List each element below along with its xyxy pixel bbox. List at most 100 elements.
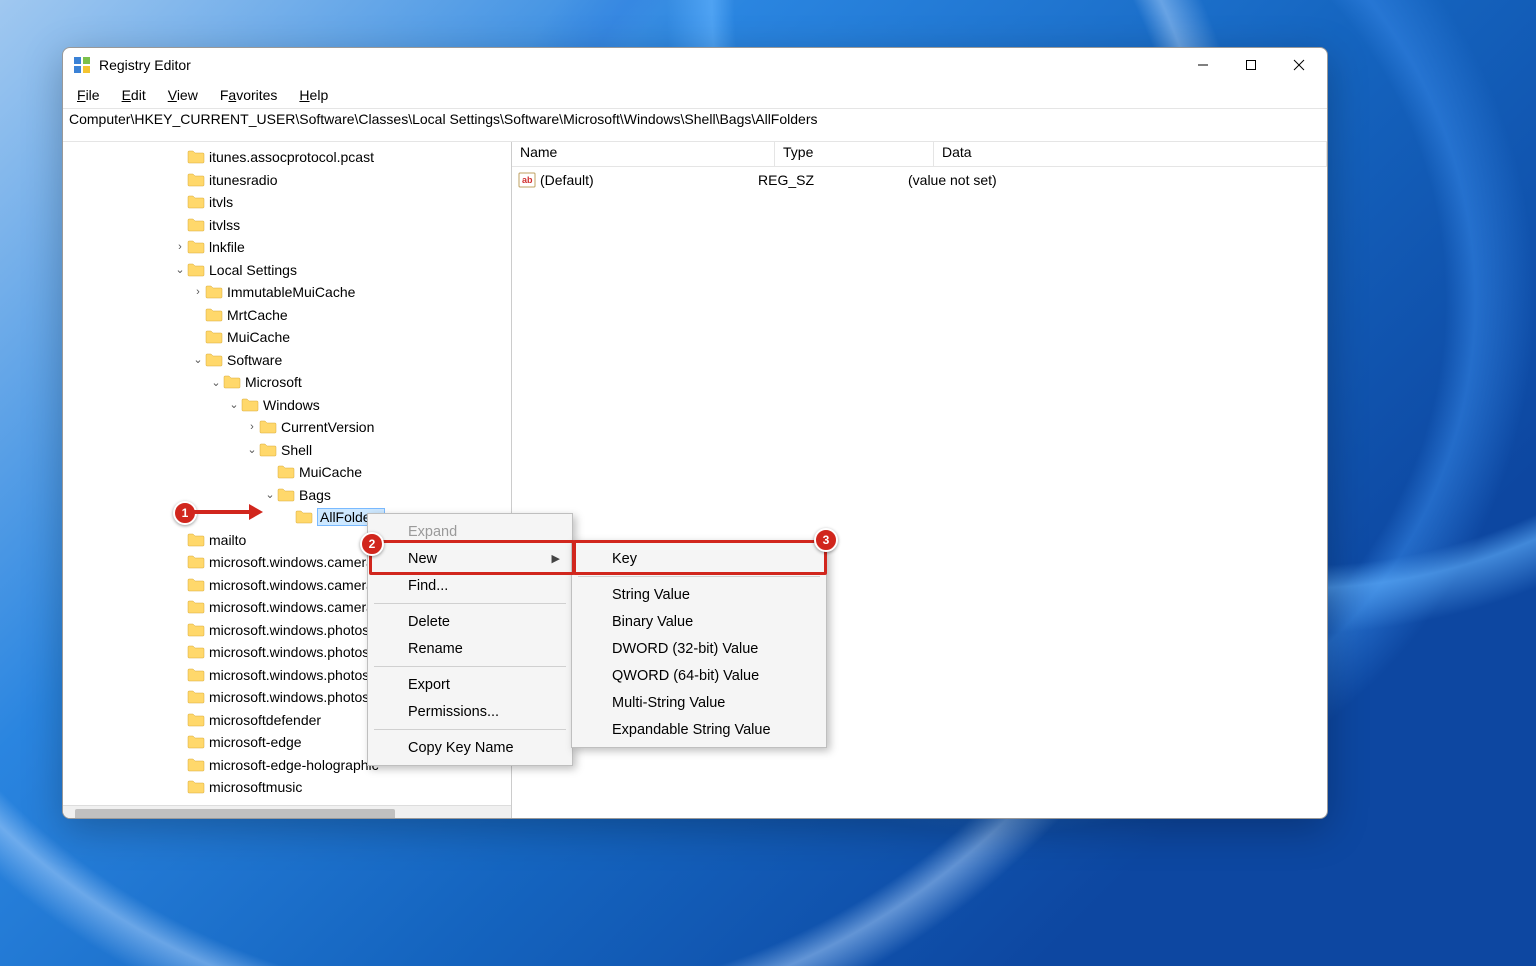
tree-item-itvlss[interactable]: itvlss [63, 214, 511, 237]
chevron-down-icon[interactable]: ⌄ [173, 263, 187, 276]
submenu-multi-string[interactable]: Multi-String Value [574, 689, 824, 716]
maximize-button[interactable] [1227, 48, 1275, 82]
submenu-qword[interactable]: QWORD (64-bit) Value [574, 662, 824, 689]
menu-view[interactable]: View [164, 85, 202, 105]
folder-icon [187, 218, 205, 232]
horizontal-scrollbar[interactable] [63, 805, 511, 819]
tree-item-muicache[interactable]: MuiCache [63, 461, 511, 484]
title-bar[interactable]: Registry Editor [63, 48, 1327, 82]
tree-item-itunesradio[interactable]: itunesradio [63, 169, 511, 192]
submenu-binary[interactable]: Binary Value [574, 608, 824, 635]
value-name: (Default) [540, 172, 758, 188]
tree-item-label: Microsoft [245, 374, 302, 390]
chevron-down-icon[interactable]: ⌄ [209, 376, 223, 389]
tree-item-windows[interactable]: ⌄Windows [63, 394, 511, 417]
tree-item-mrtcache[interactable]: MrtCache [63, 304, 511, 327]
folder-icon [187, 578, 205, 592]
tree-item-label: microsoftdefender [209, 712, 321, 728]
tree-item-microsoft[interactable]: ⌄ Microsoft [63, 371, 511, 394]
tree-item-label: itvlss [209, 217, 240, 233]
close-button[interactable] [1275, 48, 1323, 82]
tree-item-label: Local Settings [209, 262, 297, 278]
tree-item-label: itvls [209, 194, 233, 210]
chevron-down-icon[interactable]: ⌄ [227, 398, 241, 411]
column-data[interactable]: Data [934, 142, 1327, 166]
tree-item-label: Software [227, 352, 282, 368]
tree-item-label: microsoftmusic [209, 779, 302, 795]
tree-item-software[interactable]: ⌄ Software [63, 349, 511, 372]
folder-icon [187, 263, 205, 277]
tree-item-label: mailto [209, 532, 246, 548]
ctx-rename[interactable]: Rename [370, 635, 570, 662]
folder-icon [187, 150, 205, 164]
tree-item-label: microsoft-edge [209, 734, 302, 750]
minimize-button[interactable] [1179, 48, 1227, 82]
registry-editor-window: Registry Editor File Edit View Favorites… [62, 47, 1328, 819]
chevron-down-icon[interactable]: ⌄ [245, 443, 259, 456]
chevron-right-icon[interactable]: › [173, 241, 187, 253]
tree-item-label: microsoft.windows.camera [209, 554, 374, 570]
chevron-down-icon[interactable]: ⌄ [263, 488, 277, 501]
folder-icon [187, 668, 205, 682]
context-menu: Expand New▶ Find... Delete Rename Export… [367, 513, 573, 766]
tree-item-currentversion[interactable]: › CurrentVersion [63, 416, 511, 439]
tree-item-immutablemuicache[interactable]: › ImmutableMuiCache [63, 281, 511, 304]
folder-icon [187, 645, 205, 659]
chevron-right-icon[interactable]: › [245, 421, 259, 433]
ctx-export[interactable]: Export [370, 671, 570, 698]
tree-item-label: Bags [299, 487, 331, 503]
tree-item-label: CurrentVersion [281, 419, 374, 435]
separator [374, 666, 566, 667]
tree-item-label: MuiCache [227, 329, 290, 345]
tree-item-label: microsoft.windows.photos.p [209, 644, 381, 660]
chevron-right-icon: ▶ [552, 552, 560, 565]
ctx-new[interactable]: New▶ [370, 545, 570, 572]
submenu-expandable-string[interactable]: Expandable String Value [574, 716, 824, 743]
tree-item-muicache[interactable]: MuiCache [63, 326, 511, 349]
ctx-find[interactable]: Find... [370, 572, 570, 599]
submenu-dword[interactable]: DWORD (32-bit) Value [574, 635, 824, 662]
folder-icon [205, 330, 223, 344]
menu-help[interactable]: Help [295, 85, 332, 105]
menu-file[interactable]: File [73, 85, 104, 105]
menu-edit[interactable]: Edit [118, 85, 150, 105]
tree-item-itvls[interactable]: itvls [63, 191, 511, 214]
submenu-key[interactable]: Key [574, 545, 824, 572]
tree-item-local-settings[interactable]: ⌄ Local Settings [63, 259, 511, 282]
tree-item-microsoftmusic[interactable]: microsoftmusic [63, 776, 511, 799]
tree-item-itunes-assocprotocol-pcast[interactable]: itunes.assocprotocol.pcast [63, 146, 511, 169]
tree-item-label: microsoft.windows.camera.p [209, 599, 386, 615]
value-row[interactable]: ab(Default)REG_SZ(value not set) [512, 169, 1327, 191]
tree-item-label: ImmutableMuiCache [227, 284, 355, 300]
folder-icon [187, 533, 205, 547]
tree-item-label: microsoft.windows.photos.se [209, 667, 388, 683]
ctx-delete[interactable]: Delete [370, 608, 570, 635]
folder-icon [187, 600, 205, 614]
folder-icon [187, 195, 205, 209]
tree-item-bags[interactable]: ⌄ Bags [63, 484, 511, 507]
chevron-down-icon[interactable]: ⌄ [191, 353, 205, 366]
column-name[interactable]: Name [512, 142, 775, 166]
values-header[interactable]: Name Type Data [512, 142, 1327, 167]
folder-icon [187, 240, 205, 254]
tree-item-shell[interactable]: ⌄Shell [63, 439, 511, 462]
folder-icon [259, 443, 277, 457]
folder-icon [295, 510, 313, 524]
folder-icon [205, 353, 223, 367]
submenu-string[interactable]: String Value [574, 581, 824, 608]
ctx-permissions[interactable]: Permissions... [370, 698, 570, 725]
address-bar[interactable]: Computer\HKEY_CURRENT_USER\Software\Clas… [63, 108, 1327, 142]
window-title: Registry Editor [99, 57, 1179, 73]
folder-icon [205, 285, 223, 299]
ctx-copy-key-name[interactable]: Copy Key Name [370, 734, 570, 761]
tree-item-lnkfile[interactable]: ›lnkfile [63, 236, 511, 259]
separator [374, 603, 566, 604]
folder-icon [259, 420, 277, 434]
column-type[interactable]: Type [775, 142, 934, 166]
folder-icon [187, 713, 205, 727]
folder-icon [187, 555, 205, 569]
folder-icon [223, 375, 241, 389]
menu-favorites[interactable]: Favorites [216, 85, 282, 105]
chevron-right-icon[interactable]: › [191, 286, 205, 298]
tree-item-label: itunes.assocprotocol.pcast [209, 149, 374, 165]
